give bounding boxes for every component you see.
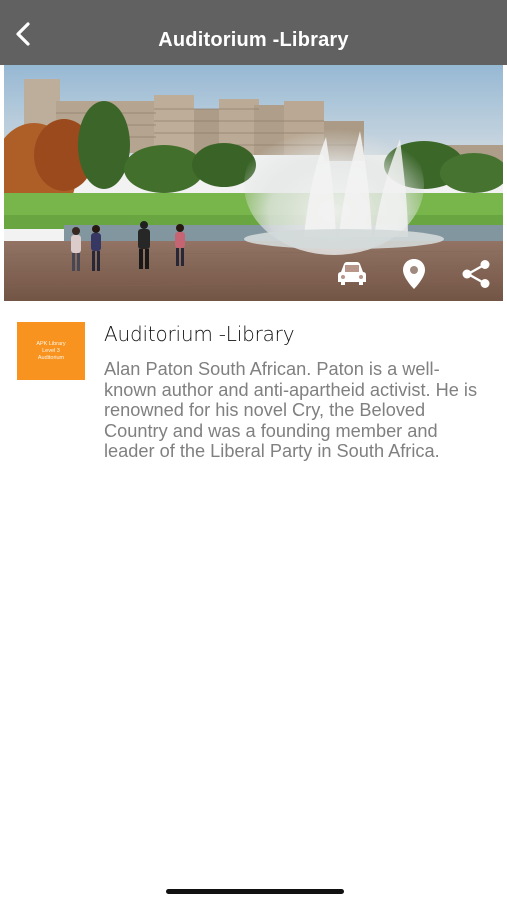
- home-indicator[interactable]: [166, 889, 344, 894]
- place-thumbnail[interactable]: APK Library Level 3 Auditorium: [17, 322, 85, 380]
- car-icon: [338, 262, 366, 285]
- thumbnail-line: Level 3: [42, 347, 60, 354]
- thumbnail-line: APK Library: [36, 340, 66, 347]
- share-button[interactable]: [459, 257, 493, 291]
- location-pin-icon: [403, 259, 425, 289]
- place-description: Alan Paton South African. Paton is a wel…: [104, 359, 478, 461]
- directions-button[interactable]: [335, 257, 369, 291]
- place-title: Auditorium -Library: [104, 322, 295, 346]
- hero-action-bar: [335, 257, 493, 291]
- thumbnail-line: Auditorium: [37, 354, 65, 361]
- screen: Auditorium -Library APK Library Level 3 …: [0, 0, 507, 900]
- share-icon: [462, 260, 490, 288]
- hero-image: [4, 65, 503, 301]
- map-location-button[interactable]: [397, 257, 431, 291]
- top-bar: Auditorium -Library: [0, 0, 507, 65]
